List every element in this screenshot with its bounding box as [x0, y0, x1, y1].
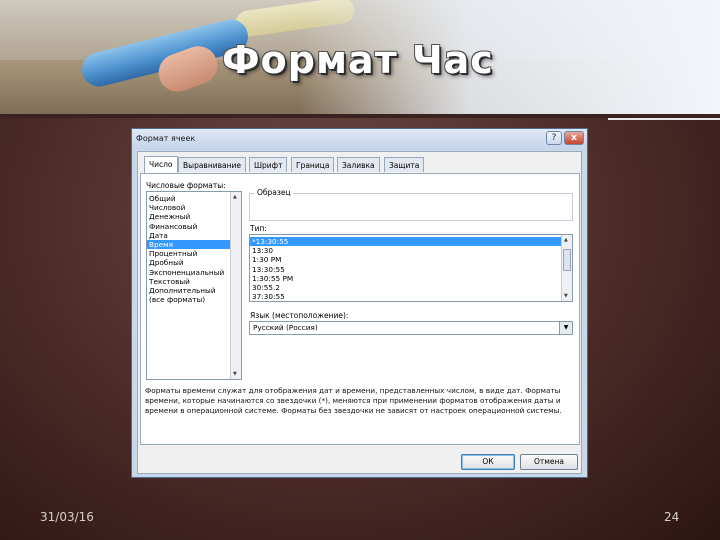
scroll-up-icon[interactable]: ▲ — [564, 237, 568, 243]
scroll-thumb[interactable] — [563, 249, 571, 271]
type-item[interactable]: 37:30:55 — [250, 292, 572, 301]
locale-value: Русский (Россия) — [253, 323, 318, 332]
format-list-scrollbar[interactable]: ▲ ▼ — [230, 192, 241, 379]
tab-protection[interactable]: Защита — [384, 157, 425, 172]
locale-select[interactable]: Русский (Россия) ▼ — [249, 321, 573, 335]
format-item[interactable]: Процентный — [147, 249, 241, 258]
locale-label: Язык (местоположение): — [250, 311, 349, 320]
format-item[interactable]: Общий — [147, 194, 241, 203]
slide-page-number: 24 — [664, 510, 680, 524]
format-item[interactable]: Время — [147, 239, 241, 250]
slide-title: Формат Час — [222, 38, 494, 82]
sample-label: Образец — [255, 188, 293, 197]
close-button[interactable]: x — [564, 131, 584, 145]
cancel-button[interactable]: Отмена — [520, 454, 578, 470]
format-description: Форматы времени служат для отображения д… — [145, 386, 562, 415]
scroll-down-icon[interactable]: ▼ — [233, 371, 237, 377]
format-item[interactable]: Финансовый — [147, 222, 241, 231]
type-list-scrollbar[interactable]: ▲ ▼ — [561, 235, 572, 301]
format-item[interactable]: Дата — [147, 231, 241, 240]
scroll-up-icon[interactable]: ▲ — [233, 194, 237, 200]
chevron-down-icon[interactable]: ▼ — [559, 322, 572, 334]
type-item[interactable]: 1:30 PM — [250, 255, 572, 264]
scroll-down-icon[interactable]: ▼ — [564, 293, 568, 299]
tab-alignment[interactable]: Выравнивание — [178, 157, 247, 172]
format-category-list[interactable]: Общий Числовой Денежный Финансовый Дата Время… — [146, 191, 242, 380]
tab-border[interactable]: Граница — [291, 157, 335, 172]
format-item[interactable]: (все форматы) — [147, 295, 241, 304]
accent-line — [608, 118, 720, 120]
format-item[interactable]: Экспоненциальный — [147, 268, 241, 277]
type-item[interactable]: 13:30 — [250, 246, 572, 255]
type-item[interactable]: 1:30:55 PM — [250, 274, 572, 283]
tab-number[interactable]: Число — [144, 156, 178, 173]
format-item[interactable]: Дробный — [147, 258, 241, 267]
formats-label: Числовые форматы: — [146, 181, 226, 190]
format-item[interactable]: Дополнительный — [147, 286, 241, 295]
tab-fill[interactable]: Заливка — [337, 157, 380, 172]
type-item[interactable]: 30:55.2 — [250, 283, 572, 292]
type-label: Тип: — [250, 224, 267, 233]
type-item[interactable]: 13:30:55 — [250, 265, 572, 274]
dialog-titlebar[interactable]: Формат ячеек ? x — [132, 129, 587, 149]
type-list[interactable]: *13:30:55 13:30 1:30 PM 13:30:55 1:30:55 PM 3… — [249, 234, 573, 302]
help-button[interactable]: ? — [546, 131, 562, 145]
format-item[interactable]: Числовой — [147, 203, 241, 212]
tab-font[interactable]: Шрифт — [249, 157, 288, 172]
slide-date: 31/03/16 — [40, 510, 94, 524]
sample-box — [249, 193, 573, 221]
format-item[interactable]: Текстовый — [147, 277, 241, 286]
type-item[interactable]: *13:30:55 — [250, 237, 572, 247]
format-item[interactable]: Денежный — [147, 212, 241, 221]
ok-button[interactable]: ОК — [461, 454, 515, 470]
dialog-title: Формат ячеек — [136, 134, 196, 143]
